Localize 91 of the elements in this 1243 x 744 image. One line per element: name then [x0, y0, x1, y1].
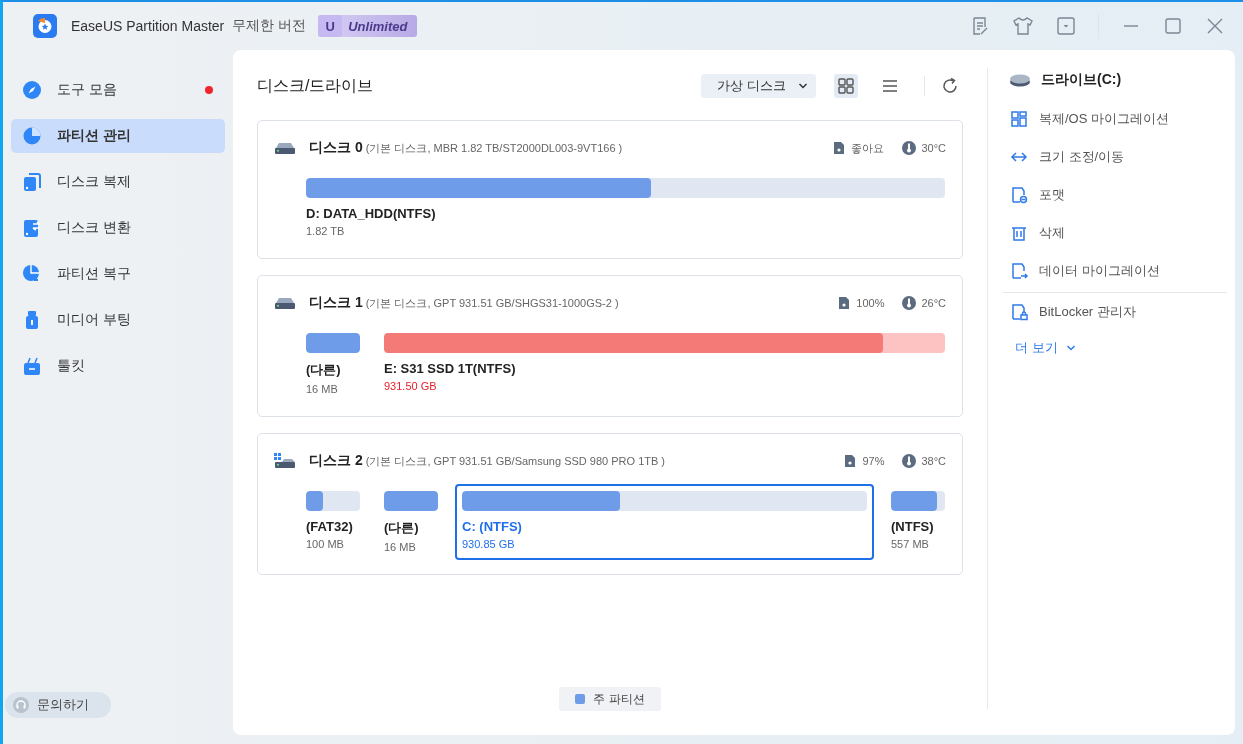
disk-health-icon: [837, 296, 852, 310]
grid-view-button[interactable]: [834, 74, 858, 98]
close-icon[interactable]: [1205, 16, 1225, 36]
partition-block[interactable]: D: DATA_HDD(NTFS) 1.82 TB: [299, 171, 952, 244]
disk-export-icon: [1010, 262, 1028, 280]
legend-label: 주 파티션: [593, 690, 645, 708]
partition-size: 1.82 TB: [306, 225, 346, 237]
edition-label: 무제한 버전: [232, 17, 307, 35]
headset-icon: [13, 697, 29, 713]
partition-size: 16 MB: [384, 541, 417, 553]
partition-block[interactable]: (다른) 16 MB: [299, 326, 367, 402]
badge-letter: U: [318, 15, 343, 37]
toolbox-icon: [23, 357, 41, 375]
partition-size: 16 MB: [306, 383, 339, 395]
legend-swatch: [575, 694, 586, 704]
contact-button[interactable]: 문의하기: [5, 692, 111, 718]
action-item[interactable]: 데이터 마이그레이션: [1003, 252, 1227, 290]
chevron-down-icon: [798, 81, 808, 91]
system-disk-icon: [274, 453, 296, 469]
action-item[interactable]: 포맷: [1003, 176, 1227, 214]
chevron-down-icon: [1065, 343, 1076, 353]
temperature: 30°C: [921, 142, 946, 154]
thermometer-icon: [902, 296, 917, 310]
pie-chart-icon: [23, 127, 41, 145]
disk-health-icon: [832, 141, 847, 155]
partition-size: 100 MB: [306, 538, 345, 550]
drive-title: 드라이브(C:): [1041, 71, 1122, 89]
partition-label: (다른): [306, 361, 342, 379]
partition-label: C: (NTFS): [462, 519, 523, 534]
action-item[interactable]: 복제/OS 마이그레이션: [1003, 100, 1227, 138]
app-logo-icon: [33, 14, 57, 38]
disk-lock-icon: [1010, 303, 1028, 321]
sidebar-item[interactable]: 디스크 복제: [11, 165, 225, 199]
action-item[interactable]: 삭제: [1003, 214, 1227, 252]
sidebar-item[interactable]: 도구 모음: [11, 73, 225, 107]
partition-block[interactable]: (FAT32) 100 MB: [299, 484, 367, 560]
partition-label: E: S31 SSD 1T(NTFS): [384, 361, 517, 376]
windows-tiles-icon: [1010, 110, 1028, 128]
partition-label: (FAT32): [306, 519, 354, 534]
compass-icon: [23, 81, 41, 99]
disk-format-icon: [1010, 186, 1028, 204]
action-item[interactable]: 크기 조정/이동: [1003, 138, 1227, 176]
thermometer-icon: [902, 454, 917, 468]
disk-name: 디스크 2: [309, 452, 363, 470]
partition-block[interactable]: (다른) 16 MB: [377, 484, 445, 560]
disk-name: 디스크 0: [309, 139, 363, 157]
disk-details: (기본 디스크, GPT 931.51 GB/Samsung SSD 980 PRO 1TB ): [365, 453, 666, 469]
thermometer-icon: [902, 141, 917, 155]
section-title: 디스크/드라이브: [257, 75, 375, 96]
usb-drive-icon: [23, 311, 41, 329]
trash-icon: [1010, 224, 1028, 242]
disk-details: (기본 디스크, GPT 931.51 GB/SHGS31-1000GS-2 ): [365, 295, 619, 311]
notes-icon[interactable]: [970, 16, 990, 36]
temperature: 26°C: [921, 297, 946, 309]
health-status: 97%: [862, 455, 885, 467]
partition-label: (NTFS): [891, 519, 935, 534]
temperature: 38°C: [921, 455, 946, 467]
partition-block[interactable]: C: (NTFS) 930.85 GB: [455, 484, 874, 560]
list-view-icon: [881, 77, 899, 95]
partition-size: 931.50 GB: [384, 380, 438, 392]
partition-block[interactable]: (NTFS) 557 MB: [884, 484, 952, 560]
sidebar-item[interactable]: 파티션 관리: [11, 119, 225, 153]
sidebar-item[interactable]: 미디어 부팅: [11, 303, 225, 337]
sidebar-item[interactable]: 디스크 변환: [11, 211, 225, 245]
disk-arrows-icon: [23, 219, 41, 237]
dropdown-box-icon[interactable]: [1056, 16, 1076, 36]
partition-size: 557 MB: [891, 538, 930, 550]
action-item[interactable]: BitLocker 관리자: [1003, 293, 1227, 331]
partition-block[interactable]: E: S31 SSD 1T(NTFS) 931.50 GB: [377, 326, 952, 402]
more-button[interactable]: 더 보기: [1003, 331, 1088, 365]
disk-health-icon: [843, 454, 858, 468]
partition-label: (다른): [384, 519, 420, 537]
disk-name: 디스크 1: [309, 294, 363, 312]
health-status: 100%: [856, 297, 885, 309]
badge-text: Unlimited: [348, 18, 408, 34]
sidebar-item[interactable]: 파티션 복구: [11, 257, 225, 291]
app-title: EaseUS Partition Master: [71, 18, 225, 34]
partition-size: 930.85 GB: [462, 538, 516, 550]
hard-disk-icon: [274, 295, 296, 311]
hard-disk-icon: [274, 140, 296, 156]
virtual-disk-dropdown[interactable]: 가상 디스크: [701, 74, 816, 98]
refresh-icon[interactable]: [941, 77, 959, 95]
maximize-icon[interactable]: [1163, 16, 1183, 36]
health-status: 좋아요: [851, 140, 885, 156]
disk-copy-icon: [23, 173, 41, 191]
partition-label: D: DATA_HDD(NTFS): [306, 206, 437, 221]
disk-details: (기본 디스크, MBR 1.82 TB/ST2000DL003-9VT166 ): [365, 140, 623, 156]
drive-icon: [1009, 73, 1031, 87]
sidebar-item[interactable]: 툴킷: [11, 349, 225, 383]
grid-view-icon: [837, 77, 855, 95]
shirt-icon[interactable]: [1012, 16, 1034, 36]
